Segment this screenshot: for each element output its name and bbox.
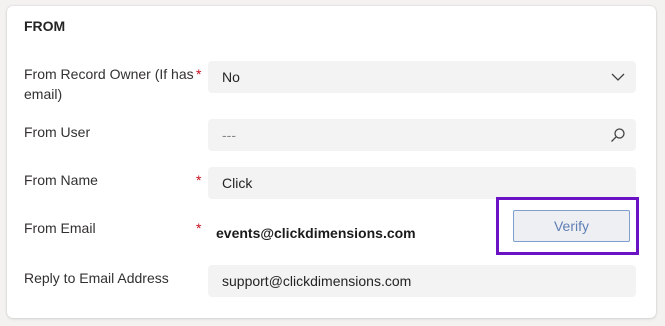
from-record-owner-value: No	[222, 69, 240, 85]
from-user-label: From User	[24, 124, 91, 140]
required-marker: *	[196, 172, 202, 188]
from-record-owner-select[interactable]: No	[208, 61, 636, 93]
from-user-lookup[interactable]: ---	[208, 119, 636, 151]
reply-to-value: support@clickdimensions.com	[222, 273, 412, 289]
section-title: FROM	[24, 18, 66, 34]
required-marker: *	[196, 220, 202, 236]
chevron-down-icon	[611, 73, 625, 81]
from-name-value: Click	[222, 175, 253, 191]
reply-to-input[interactable]: support@clickdimensions.com	[208, 265, 636, 297]
verify-button[interactable]: Verify	[513, 210, 630, 242]
from-email-label: From Email	[24, 220, 96, 236]
from-user-placeholder: ---	[222, 127, 236, 143]
reply-to-label: Reply to Email Address	[24, 270, 169, 286]
from-email-value: events@clickdimensions.com	[216, 225, 416, 241]
required-marker: *	[196, 66, 202, 82]
from-name-input[interactable]: Click	[208, 167, 636, 199]
search-icon[interactable]	[610, 127, 626, 143]
from-section-card: FROM From Record Owner (If has email) * …	[7, 6, 656, 318]
from-name-label: From Name	[24, 172, 98, 188]
from-record-owner-label: From Record Owner (If has email)	[24, 66, 194, 102]
